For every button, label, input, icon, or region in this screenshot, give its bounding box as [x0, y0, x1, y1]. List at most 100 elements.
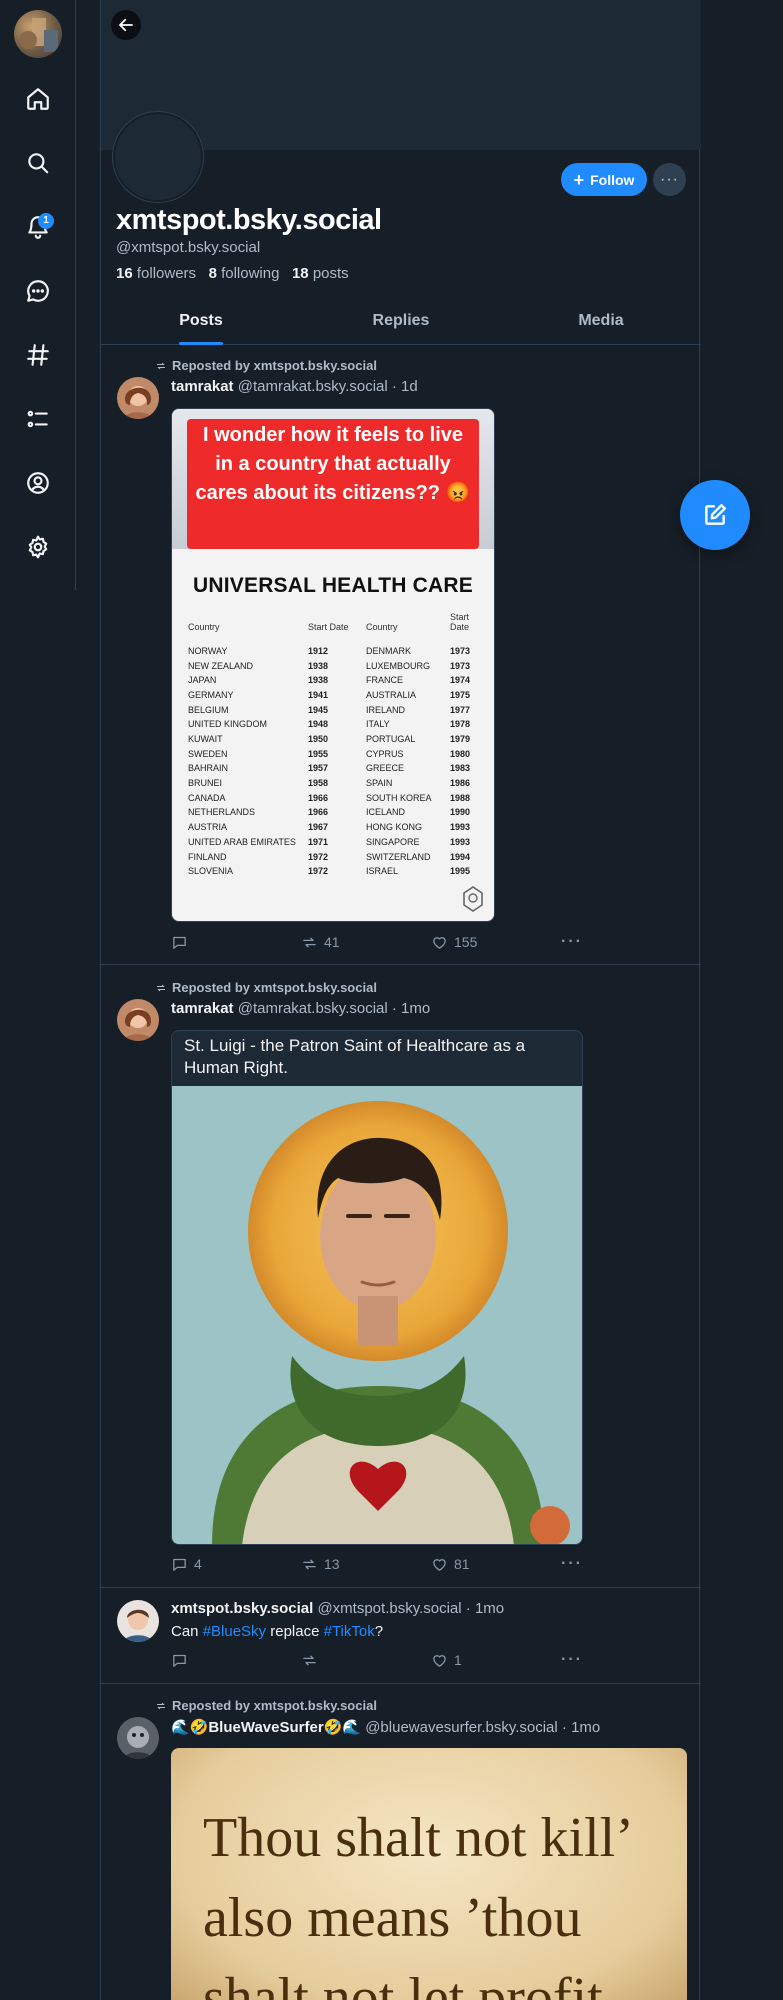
avatar[interactable] [117, 999, 159, 1041]
profile-avatar[interactable] [113, 112, 203, 202]
start-date-cell: 1995 [450, 866, 471, 877]
reply-button[interactable]: 4 [171, 1556, 301, 1573]
reply-button[interactable] [171, 1652, 301, 1669]
repost-button[interactable]: 41 [301, 934, 431, 951]
post-author[interactable]: 🌊🤣BlueWaveSurfer🤣🌊 @bluewavesurfer.bsky.… [171, 1718, 600, 1736]
country-cell: KUWAIT [188, 734, 223, 745]
start-date-cell: 1966 [308, 807, 329, 818]
like-button[interactable]: 155 [431, 934, 561, 951]
table-row: NETHERLANDS 1966 ICELAND 1990 [188, 806, 480, 821]
post-author[interactable]: xmtspot.bsky.social @xmtspot.bsky.social… [171, 1600, 504, 1617]
repost-indicator[interactable]: Reposted by xmtspot.bsky.social [155, 980, 377, 995]
post-author[interactable]: tamrakat @tamrakat.bsky.social · 1mo [171, 1000, 430, 1017]
country-cell: NEW ZEALAND [188, 660, 254, 671]
profile-display-name: xmtspot.bsky.social [116, 204, 382, 236]
author-meta: @xmtspot.bsky.social · 1mo [317, 1600, 505, 1617]
back-button[interactable] [111, 10, 141, 40]
post-image[interactable]: I wonder how it feels to live in a count… [171, 408, 495, 922]
start-date-cell: 1993 [450, 836, 471, 847]
hashtag-icon[interactable] [22, 339, 54, 371]
post-text: Can #BlueSky replace #TikTok? [171, 1623, 383, 1640]
country-cell: NORWAY [188, 645, 228, 656]
table-row: NEW ZEALAND 1938 LUXEMBOURG 1973 [188, 659, 480, 674]
tab-posts[interactable]: Posts [101, 300, 301, 344]
main-column: + Follow ··· xmtspot.bsky.social @xmtspo… [100, 0, 701, 2000]
like-button[interactable]: 1 [431, 1652, 561, 1669]
heart-icon [433, 1558, 446, 1571]
follow-label: Follow [590, 171, 635, 188]
reply-button[interactable] [171, 934, 301, 951]
current-user-avatar[interactable] [14, 10, 62, 58]
home-icon[interactable] [22, 83, 54, 115]
follow-button[interactable]: + Follow [561, 163, 647, 196]
country-cell: CYPRUS [366, 748, 404, 759]
repost-button[interactable]: 13 [301, 1556, 431, 1573]
country-cell: CANADA [188, 792, 226, 803]
watermark-icon [460, 883, 486, 913]
profile-more-button[interactable]: ··· [653, 163, 686, 196]
post-more-button[interactable]: ··· [561, 933, 583, 951]
author-meta: @tamrakat.bsky.social · 1d [237, 378, 418, 395]
chat-icon[interactable] [22, 275, 54, 307]
country-cell: SWEDEN [188, 748, 228, 759]
start-date-cell: 1990 [450, 807, 471, 818]
repost-indicator[interactable]: Reposted by xmtspot.bsky.social [155, 358, 377, 373]
quote-line: shalt not let profit [203, 1967, 603, 2000]
hashtag-link[interactable]: #TikTok [324, 1623, 375, 1640]
avatar[interactable] [117, 377, 159, 419]
country-cell: SOUTH KOREA [366, 792, 432, 803]
author-name: xmtspot.bsky.social [171, 1600, 314, 1617]
country-cell: SWITZERLAND [366, 851, 431, 862]
post-more-button[interactable]: ··· [561, 1555, 583, 1573]
table-row: BELGIUM 1945 IRELAND 1977 [188, 703, 480, 718]
table-row: AUSTRIA 1967 HONG KONG 1993 [188, 820, 480, 835]
start-date-cell: 1941 [308, 689, 329, 700]
profile-icon[interactable] [22, 467, 54, 499]
tab-media[interactable]: Media [501, 300, 701, 344]
country-cell: AUSTRALIA [366, 689, 417, 700]
repost-icon [303, 937, 316, 947]
posts-label: posts [312, 265, 349, 282]
author-name: 🌊🤣BlueWaveSurfer🤣🌊 [171, 1719, 362, 1736]
followers-link[interactable]: 16 followers [116, 265, 196, 282]
compose-button[interactable] [680, 480, 750, 550]
health-care-table: Country Start Date Country Start Date NO… [188, 612, 480, 879]
post-image[interactable]: Thou shalt not kill’ also means ’thou sh… [171, 1748, 687, 2000]
country-cell: ISRAEL [366, 866, 399, 877]
country-cell: BRUNEI [188, 778, 223, 789]
search-icon[interactable] [22, 147, 54, 179]
post-actions: 1 ··· [171, 1651, 591, 1669]
reply-icon [173, 1654, 186, 1667]
country-cell: LUXEMBOURG [366, 660, 431, 671]
country-cell: SLOVENIA [188, 866, 234, 877]
hashtag-link[interactable]: #BlueSky [203, 1623, 266, 1640]
following-label: following [221, 265, 280, 282]
meme-title: UNIVERSAL HEALTH CARE [193, 574, 473, 597]
repost-label: Reposted by xmtspot.bsky.social [172, 980, 377, 995]
arrow-left-icon [119, 18, 133, 32]
post-author[interactable]: tamrakat @tamrakat.bsky.social · 1d [171, 378, 418, 395]
country-cell: UNITED KINGDOM [188, 719, 268, 730]
gear-icon[interactable] [22, 531, 54, 563]
repost-button[interactable] [301, 1652, 431, 1669]
repost-icon [303, 1655, 316, 1665]
posts-count: 18 [291, 265, 309, 282]
table-row: BAHRAIN 1957 GREECE 1983 [188, 762, 480, 777]
repost-indicator[interactable]: Reposted by xmtspot.bsky.social [155, 1698, 377, 1713]
country-cell: GERMANY [188, 689, 234, 700]
table-row: FINLAND 1972 SWITZERLAND 1994 [188, 850, 480, 865]
list-icon[interactable] [22, 403, 54, 435]
like-button[interactable]: 81 [431, 1556, 561, 1573]
start-date-cell: 1979 [450, 734, 471, 745]
avatar[interactable] [117, 1600, 159, 1642]
tab-replies[interactable]: Replies [301, 300, 501, 344]
nav-rail: 1 [0, 0, 76, 590]
followers-count: 16 [116, 265, 133, 282]
following-link[interactable]: 8 following [209, 265, 280, 282]
avatar[interactable] [117, 1717, 159, 1759]
post-more-button[interactable]: ··· [561, 1651, 583, 1669]
start-date-cell: 1993 [450, 822, 471, 833]
country-cell: UNITED ARAB EMIRATES [188, 836, 296, 847]
start-date-cell: 1975 [450, 689, 471, 700]
link-card[interactable]: St. Luigi - the Patron Saint of Healthca… [171, 1030, 583, 1545]
